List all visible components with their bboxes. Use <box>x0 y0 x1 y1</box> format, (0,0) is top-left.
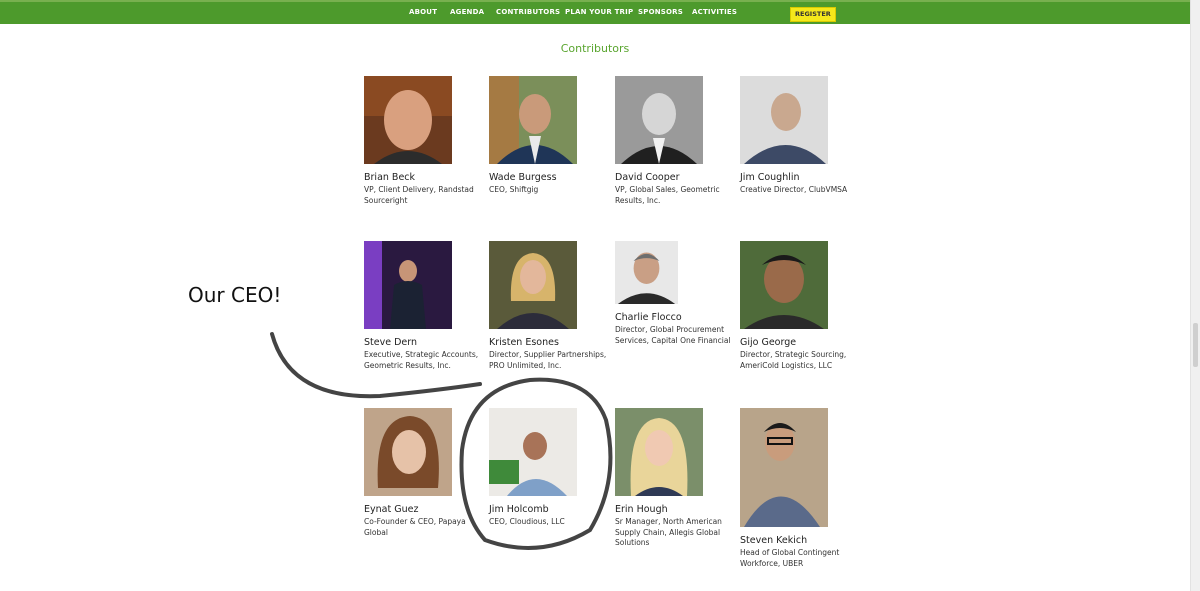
page-scrollbar[interactable] <box>1190 0 1200 591</box>
scrollbar-thumb[interactable] <box>1193 323 1198 367</box>
annotation-circle-stroke <box>459 377 613 550</box>
annotation-arrow-stroke <box>270 332 482 399</box>
annotation-drawing <box>270 332 613 550</box>
